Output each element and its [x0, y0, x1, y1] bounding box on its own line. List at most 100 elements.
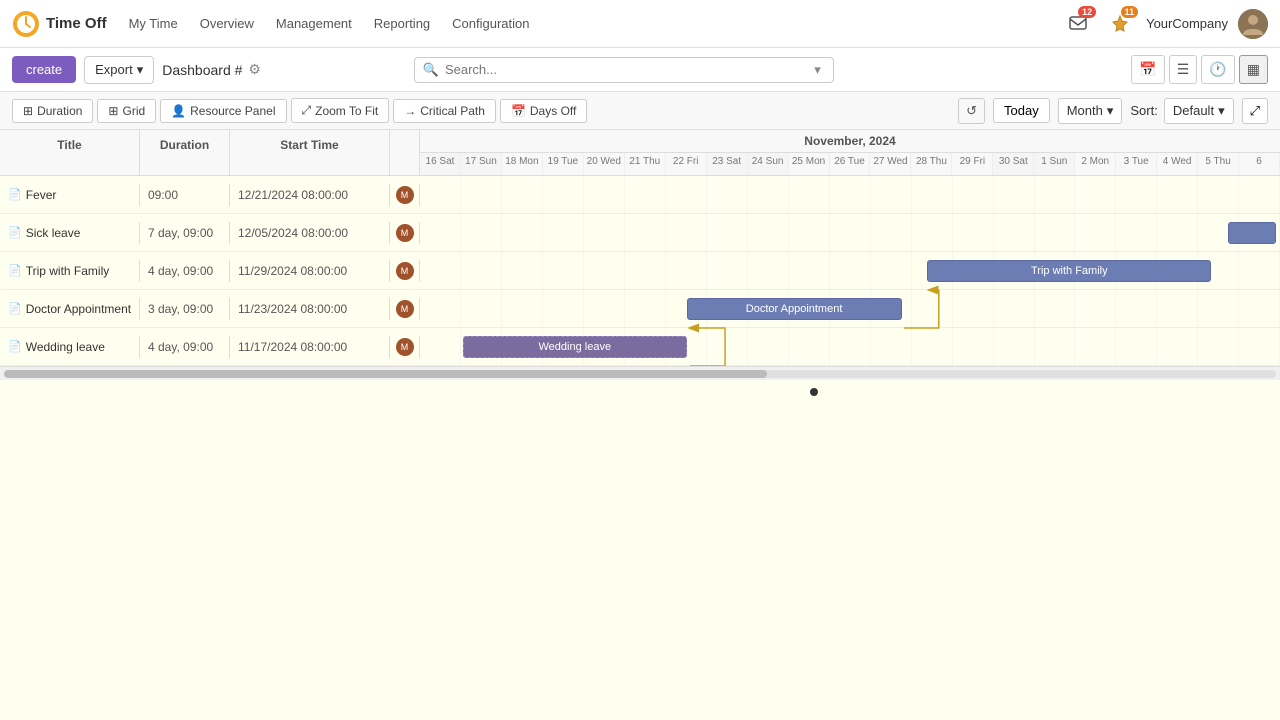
expand-button[interactable]: ⤢ [1242, 98, 1268, 124]
messages-button[interactable]: 12 [1062, 8, 1094, 40]
duration-column-header: Duration [140, 130, 230, 175]
search-dropdown-button[interactable]: ▾ [810, 62, 825, 78]
day-cell: 25 Mon [789, 153, 830, 175]
zoom-to-fit-button[interactable]: ⤢ Zoom To Fit [291, 98, 390, 123]
list-view-button[interactable]: ☰ [1169, 55, 1198, 84]
critical-path-button[interactable]: → Critical Path [393, 99, 496, 123]
top-navigation: Time Off My Time Overview Management Rep… [0, 0, 1280, 48]
resource-panel-button[interactable]: 👤 Resource Panel [160, 99, 286, 123]
settings-icon[interactable]: ⚙ [248, 61, 261, 78]
refresh-button[interactable]: ↺ [958, 98, 985, 124]
clock-view-button[interactable]: 🕐 [1201, 55, 1234, 84]
row-title: 📄 Fever [0, 184, 140, 206]
assignee-avatar: M [396, 186, 414, 204]
nav-overview[interactable]: Overview [190, 10, 264, 37]
day-cell: 28 Thu [911, 153, 952, 175]
assignee-avatar: M [396, 300, 414, 318]
doc-icon: 📄 [8, 188, 22, 201]
app-logo[interactable]: Time Off [12, 10, 107, 38]
export-button[interactable]: Export ▾ [84, 56, 154, 84]
avatar-image [1238, 9, 1268, 39]
gantt-bar[interactable]: Trip with Family [927, 260, 1211, 282]
horizontal-scrollbar[interactable] [0, 366, 1280, 380]
assignee-avatar: M [396, 224, 414, 242]
avatar[interactable] [1238, 9, 1268, 39]
day-cell: 3 Tue [1116, 153, 1157, 175]
alerts-button[interactable]: 11 [1104, 8, 1136, 40]
doc-icon: 📄 [8, 302, 22, 315]
gantt-row[interactable]: 📄 Sick leave7 day, 09:0012/05/2024 08:00… [0, 214, 1280, 252]
day-cell: 17 Sun [461, 153, 502, 175]
row-assignee: M [390, 260, 420, 282]
day-cell: 1 Sun [1034, 153, 1075, 175]
gantt-row[interactable]: 📄 Wedding leave4 day, 09:0011/17/2024 08… [0, 328, 1280, 366]
month-selector[interactable]: Month ▾ [1058, 98, 1123, 124]
row-assignee: M [390, 298, 420, 320]
timeline-header: November, 2024 16 Sat17 Sun18 Mon19 Tue2… [420, 130, 1280, 175]
row-timeline: Wedding leave [420, 328, 1280, 366]
search-input[interactable] [445, 62, 804, 77]
gantt-bar[interactable]: Doctor Appointment [687, 298, 902, 320]
row-start-time: 12/05/2024 08:00:00 [230, 222, 390, 244]
assignee-avatar: M [396, 338, 414, 356]
start-time-column-header: Start Time [230, 130, 390, 175]
day-cell: 20 Wed [584, 153, 625, 175]
nav-reporting[interactable]: Reporting [364, 10, 440, 37]
row-start-time: 11/29/2024 08:00:00 [230, 260, 390, 282]
gantt-bar[interactable]: Wedding leave [463, 336, 687, 358]
gantt-bar[interactable] [1228, 222, 1275, 244]
row-assignee: M [390, 336, 420, 358]
logo-icon [12, 10, 40, 38]
alerts-badge: 11 [1121, 6, 1139, 18]
day-cell: 2 Mon [1075, 153, 1116, 175]
gantt-view-button[interactable]: ▦ [1239, 55, 1268, 84]
sort-area: Sort: Default ▾ [1130, 98, 1233, 124]
row-start-time: 11/17/2024 08:00:00 [230, 336, 390, 358]
row-title: 📄 Wedding leave [0, 336, 140, 358]
search-bar: 🔍 ▾ [414, 57, 834, 83]
search-icon: 🔍 [423, 62, 439, 78]
duration-icon: ⊞ [23, 104, 33, 118]
nav-my-time[interactable]: My Time [119, 10, 188, 37]
duration-button[interactable]: ⊞ Duration [12, 99, 93, 123]
nav-configuration[interactable]: Configuration [442, 10, 539, 37]
nav-management[interactable]: Management [266, 10, 362, 37]
company-name: YourCompany [1146, 16, 1228, 31]
scrollbar-thumb[interactable] [4, 370, 767, 378]
chevron-icon: ▾ [1218, 103, 1225, 119]
dashboard-title: Dashboard # ⚙ [162, 61, 261, 78]
gantt-body: 📄 Fever09:0012/21/2024 08:00:00M📄 Sick l… [0, 176, 1280, 366]
gantt-row[interactable]: 📄 Trip with Family4 day, 09:0011/29/2024… [0, 252, 1280, 290]
day-cell: 23 Sat [707, 153, 748, 175]
calendar-view-button[interactable]: 📅 [1131, 55, 1164, 84]
chevron-down-icon: ▾ [137, 62, 144, 78]
row-title: 📄 Trip with Family [0, 260, 140, 282]
gantt-row[interactable]: 📄 Fever09:0012/21/2024 08:00:00M [0, 176, 1280, 214]
grid-button[interactable]: ⊞ Grid [97, 99, 156, 123]
action-toolbar: create Export ▾ Dashboard # ⚙ 🔍 ▾ 📅 ☰ 🕐 … [0, 48, 1280, 92]
create-button[interactable]: create [12, 56, 76, 83]
row-duration: 7 day, 09:00 [140, 222, 230, 244]
row-duration: 4 day, 09:00 [140, 260, 230, 282]
row-start-time: 12/21/2024 08:00:00 [230, 184, 390, 206]
main-nav: My Time Overview Management Reporting Co… [119, 10, 1055, 37]
row-timeline [420, 214, 1280, 252]
day-cell: 4 Wed [1157, 153, 1198, 175]
gantt-chart: Title Duration Start Time November, 2024… [0, 130, 1280, 366]
app-name: Time Off [46, 15, 107, 32]
gantt-row[interactable]: 📄 Doctor Appointment3 day, 09:0011/23/20… [0, 290, 1280, 328]
row-duration: 4 day, 09:00 [140, 336, 230, 358]
today-button[interactable]: Today [993, 98, 1050, 123]
doc-icon: 📄 [8, 226, 22, 239]
day-cell: 19 Tue [543, 153, 584, 175]
days-off-button[interactable]: 📅 Days Off [500, 99, 587, 123]
sort-selector[interactable]: Default ▾ [1164, 98, 1234, 124]
right-controls: ↺ Today Month ▾ Sort: Default ▾ ⤢ [958, 98, 1268, 124]
day-cell: 5 Thu [1198, 153, 1239, 175]
row-assignee: M [390, 184, 420, 206]
gantt-header: Title Duration Start Time November, 2024… [0, 130, 1280, 176]
row-start-time: 11/23/2024 08:00:00 [230, 298, 390, 320]
month-label: November, 2024 [420, 130, 1280, 153]
row-title: 📄 Doctor Appointment [0, 298, 140, 320]
day-cell: 30 Sat [993, 153, 1034, 175]
